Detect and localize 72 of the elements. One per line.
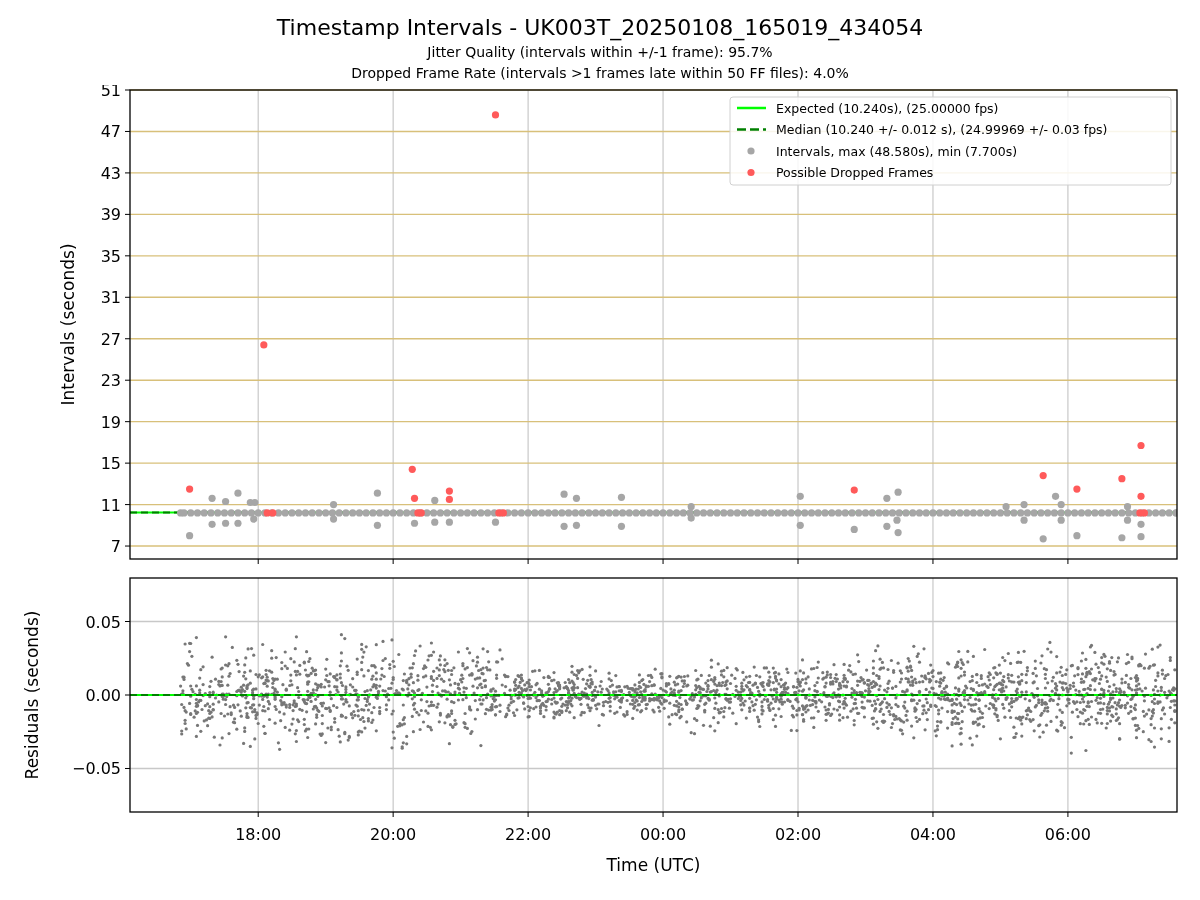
- y-tick-label: 7: [110, 537, 121, 557]
- interval-point: [572, 494, 581, 502]
- interval-point: [410, 519, 419, 527]
- y-tick-label: 0.00: [85, 686, 121, 705]
- x-tick-label: 06:00: [1044, 825, 1091, 844]
- interval-point: [617, 493, 626, 501]
- dropped-frame-point: [1118, 475, 1126, 483]
- interval-point: [1073, 532, 1081, 540]
- legend-label: Median (10.240 +/- 0.012 s), (24.99969 +/- 0.03 fps): [776, 122, 1108, 137]
- interval-point: [373, 489, 381, 497]
- y-tick-label: 43: [100, 163, 121, 183]
- interval-point: [222, 519, 230, 527]
- legend-label: Intervals, max (48.580s), min (7.700s): [776, 143, 1018, 159]
- interval-point: [617, 522, 626, 530]
- x-tick-label: 22:00: [505, 825, 552, 844]
- interval-point: [234, 519, 242, 527]
- interval-point: [1118, 534, 1126, 542]
- y-tick-label: 15: [100, 454, 121, 474]
- interval-point: [572, 521, 581, 529]
- y-tick-label: 47: [100, 122, 121, 142]
- interval-point: [883, 522, 891, 530]
- dropped-frame-point: [1073, 485, 1081, 493]
- dropped-frame-point: [1039, 471, 1047, 480]
- y-tick-label: 27: [100, 329, 121, 349]
- interval-point: [222, 497, 230, 506]
- dropped-frame-point: [1137, 441, 1145, 450]
- y-tick-label: 11: [100, 495, 121, 515]
- x-tick-label: 02:00: [774, 825, 822, 844]
- interval-point: [208, 520, 216, 528]
- interval-point: [850, 525, 858, 534]
- interval-point: [894, 488, 902, 496]
- legend-label: Possible Dropped Frames: [776, 165, 934, 180]
- interval-point: [186, 532, 194, 540]
- dropped-frame-point: [410, 494, 419, 502]
- y-tick-label: 35: [100, 246, 121, 266]
- x-axis-label: Time (UTC): [606, 855, 701, 875]
- y-axis-label: Intervals (seconds): [58, 243, 78, 406]
- y-tick-label: 23: [100, 371, 121, 391]
- y-tick-label: 0.05: [85, 612, 121, 632]
- dropped-frame-point: [260, 341, 268, 349]
- interval-point: [796, 492, 804, 500]
- interval-point: [373, 521, 381, 529]
- interval-point: [1039, 535, 1047, 543]
- x-tick-label: 20:00: [370, 825, 417, 844]
- interval-point: [894, 528, 902, 537]
- y-tick-label: 31: [100, 288, 121, 308]
- y-tick-label: 51: [100, 85, 121, 100]
- chart-subtitle: Dropped Frame Rate (intervals >1 frames late within 50 FF files): 4.0%: [351, 64, 849, 83]
- dropped-frame-point: [491, 111, 500, 119]
- chart-title: Timestamp Intervals - UK003T_20250108_165019_434054: [276, 14, 924, 42]
- interval-point: [234, 489, 242, 497]
- y-tick-label: −0.05: [71, 759, 121, 779]
- interval-point: [796, 521, 804, 529]
- chart-subtitle: Jitter Quality (intervals within +/-1 frame): 95.7%: [427, 43, 773, 62]
- x-tick-label: 00:00: [640, 825, 687, 844]
- y-tick-label: 19: [100, 412, 121, 432]
- interval-point: [208, 494, 216, 502]
- interval-point: [560, 490, 568, 498]
- y-axis-label: Residuals (seconds): [22, 610, 42, 780]
- y-tick-label: 39: [100, 205, 121, 225]
- x-tick-label: 18:00: [235, 825, 282, 844]
- dropped-frame-point: [850, 486, 858, 494]
- interval-point: [883, 494, 891, 502]
- dropped-frame-point: [1137, 492, 1145, 500]
- legend-label: Expected (10.240s), (25.00000 fps): [776, 100, 999, 116]
- interval-point: [431, 496, 439, 505]
- dropped-frame-point: [186, 485, 194, 493]
- dropped-frame-point: [408, 465, 416, 473]
- x-tick-label: 04:00: [909, 825, 956, 844]
- interval-point: [1137, 533, 1145, 541]
- interval-point: [560, 522, 568, 530]
- interval-point: [1137, 520, 1145, 528]
